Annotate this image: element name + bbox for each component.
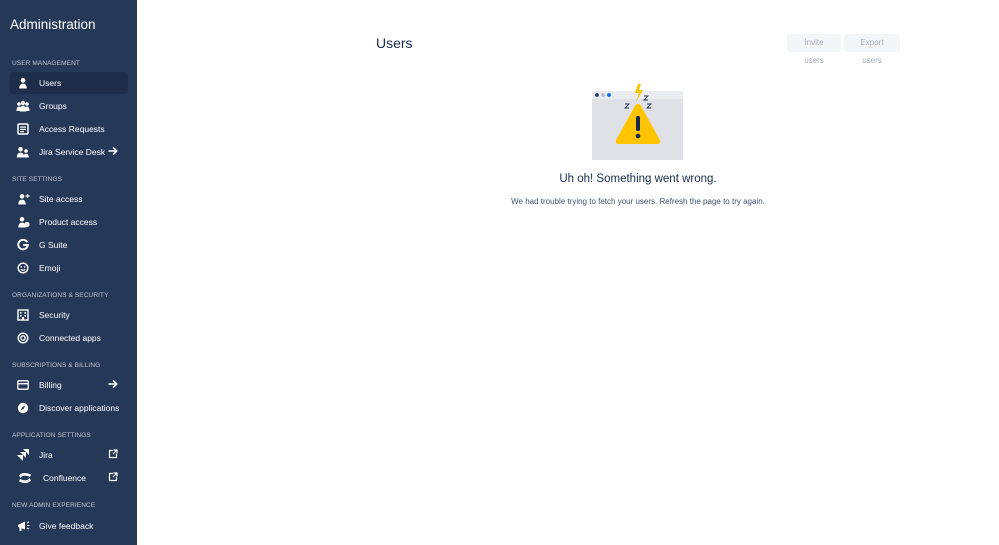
credit-card-icon xyxy=(16,378,30,392)
sidebar-item-label: Jira Service Desk xyxy=(39,147,106,157)
sidebar-item-give-feedback[interactable]: Give feedback xyxy=(10,515,128,537)
sidebar-item-label: Site access xyxy=(39,194,83,204)
person-add-icon xyxy=(16,192,30,206)
sidebar-item-label: Emoji xyxy=(39,263,61,273)
sidebar-item-label: Security xyxy=(39,310,70,320)
section-header-new-admin-experience: NEW ADMIN EXPERIENCE xyxy=(12,502,96,509)
invite-users-button[interactable]: Invite users xyxy=(787,34,841,65)
sidebar-item-label: Users xyxy=(39,78,62,88)
section-header-site-settings: SITE SETTINGS xyxy=(12,176,63,183)
section-header-subscriptions-billing: SUBSCRIPTIONS & BILLING xyxy=(12,362,101,369)
sidebar-item-confluence[interactable]: Confluence xyxy=(10,467,128,489)
people-group-icon xyxy=(16,99,30,113)
section-header-organizations-security: ORGANIZATIONS & SECURITY xyxy=(12,292,109,299)
target-icon xyxy=(16,331,30,345)
error-illustration xyxy=(592,84,684,161)
person-check-icon xyxy=(16,215,30,229)
sidebar-item-billing[interactable]: Billing xyxy=(10,374,128,396)
sidebar-item-label: Groups xyxy=(39,101,67,111)
sidebar-item-jira[interactable]: Jira xyxy=(10,444,128,466)
sidebar-item-connected-apps[interactable]: Connected apps xyxy=(10,327,128,349)
sidebar-item-discover-applications[interactable]: Discover applications xyxy=(10,397,128,419)
error-title: Uh oh! Something went wrong. xyxy=(559,173,717,185)
confluence-icon xyxy=(18,471,32,485)
sidebar-item-jira-service-desk[interactable]: Jira Service Desk xyxy=(10,141,128,163)
person-icon xyxy=(16,76,30,90)
sidebar-item-groups[interactable]: Groups xyxy=(10,95,128,117)
emoji-icon xyxy=(16,261,30,275)
arrow-right-icon xyxy=(107,145,119,157)
sidebar-item-label: Billing xyxy=(39,380,62,390)
google-g-icon xyxy=(16,238,30,252)
section-header-user-management: USER MANAGEMENT xyxy=(12,60,80,67)
sidebar-item-label: Give feedback xyxy=(39,521,94,531)
jira-icon xyxy=(16,448,30,462)
error-message: We had trouble trying to fetch your user… xyxy=(511,197,765,206)
sidebar-item-label: Discover applications xyxy=(39,403,120,413)
document-list-icon xyxy=(16,122,30,136)
sidebar-item-g-suite[interactable]: G Suite xyxy=(10,234,128,256)
sidebar-item-label: G Suite xyxy=(39,240,68,250)
people-icon xyxy=(16,145,30,159)
sidebar-item-site-access[interactable]: Site access xyxy=(10,188,128,210)
sidebar-item-product-access[interactable]: Product access xyxy=(10,211,128,233)
external-link-icon xyxy=(107,448,119,460)
compass-icon xyxy=(16,401,30,415)
main-content: Users Invite users Export users xyxy=(137,0,999,545)
sidebar-item-emoji[interactable]: Emoji xyxy=(10,257,128,279)
section-header-application-settings: APPLICATION SETTINGS xyxy=(12,432,91,439)
sidebar-item-security[interactable]: Security xyxy=(10,304,128,326)
sidebar-title: Administration xyxy=(10,17,96,32)
sidebar-item-label: Connected apps xyxy=(39,333,101,343)
export-users-button[interactable]: Export users xyxy=(844,34,900,65)
sidebar-item-label: Jira xyxy=(39,450,53,460)
megaphone-icon xyxy=(16,519,30,533)
sidebar-item-label: Confluence xyxy=(43,473,87,483)
sidebar-item-label: Access Requests xyxy=(39,124,105,134)
sidebar: Administration USER MANAGEMENT Users Gro… xyxy=(0,0,137,545)
office-building-icon xyxy=(16,308,30,322)
arrow-right-icon xyxy=(107,378,119,390)
sidebar-item-users[interactable]: Users xyxy=(10,72,128,94)
sidebar-item-access-requests[interactable]: Access Requests xyxy=(10,118,128,140)
page-title: Users xyxy=(376,35,413,51)
external-link-icon xyxy=(107,471,119,483)
sidebar-item-label: Product access xyxy=(39,217,98,227)
